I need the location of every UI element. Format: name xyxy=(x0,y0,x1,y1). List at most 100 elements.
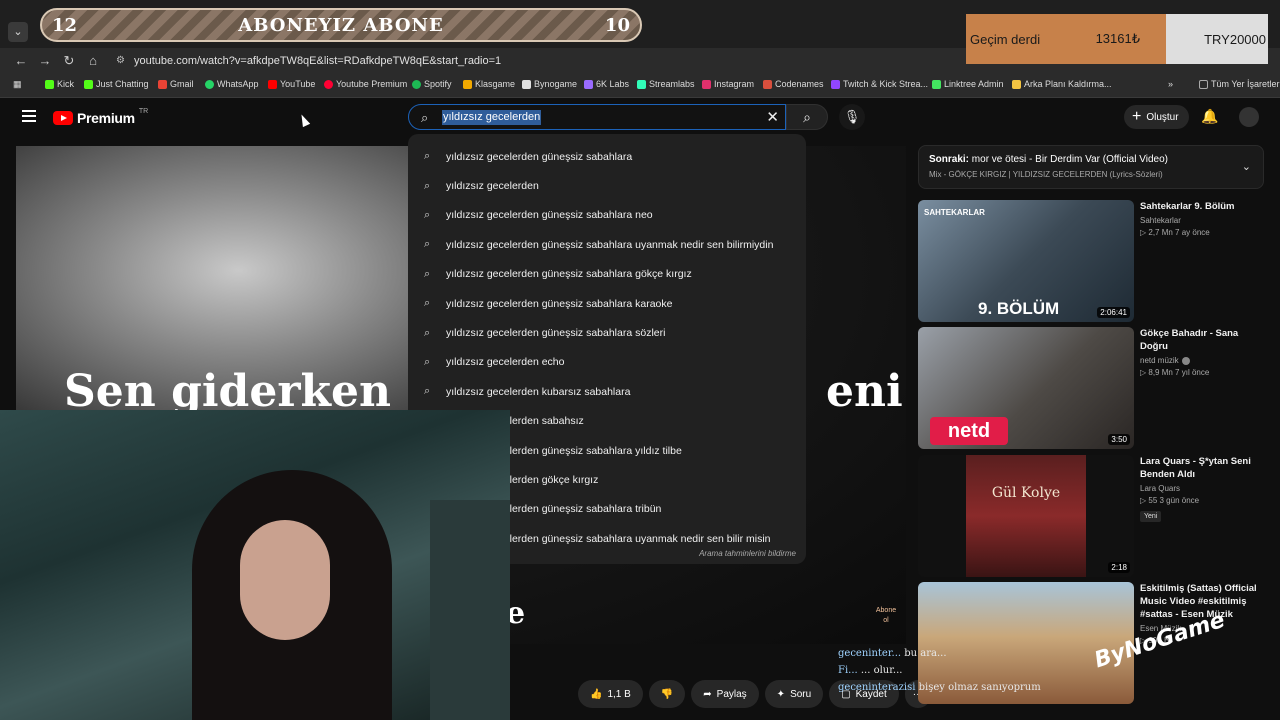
ask-button[interactable]: ✦ Soru xyxy=(764,680,824,708)
bookmark-bynogame[interactable]: Bynogame xyxy=(522,79,577,89)
suggestion-item[interactable]: ⌕ yıldızsız gecelerden xyxy=(408,171,806,200)
bookmark-gmail[interactable]: Gmail xyxy=(158,79,194,89)
recommendation-item[interactable]: SAHTEKARLAR 9. BÖLÜM 2:06:41 Sahtekarlar… xyxy=(918,200,1268,322)
whatsapp-icon xyxy=(205,79,214,89)
donation-goal: Geçim derdi 13161₺ TRY20000 xyxy=(966,14,1268,64)
dislike-button[interactable]: 👎 xyxy=(648,680,686,708)
search-button[interactable]: ⌕ xyxy=(786,104,828,130)
video-lyric-right: eni xyxy=(826,366,903,417)
share-button[interactable]: ➦ Paylaş xyxy=(691,680,759,708)
chevron-down-icon[interactable]: ⌄ xyxy=(1242,160,1251,173)
video-title[interactable]: Sahtekarlar 9. Bölüm xyxy=(1140,200,1268,213)
clear-search-icon[interactable]: ✕ xyxy=(766,108,779,126)
menu-hamburger-icon[interactable] xyxy=(22,110,36,124)
arka-plan-icon xyxy=(1012,79,1021,89)
bookmark-youtube-premium[interactable]: Youtube Premium xyxy=(324,79,407,89)
bookmark-twitch-kick[interactable]: Twitch & Kick Strea... xyxy=(831,79,928,89)
address-url: youtube.com/watch?v=afkdpeTW8qE&list=RDa… xyxy=(134,55,502,67)
create-button[interactable]: + Oluştur xyxy=(1124,105,1189,129)
video-thumbnail[interactable]: SAHTEKARLAR 9. BÖLÜM 2:06:41 xyxy=(918,200,1134,322)
sub-banner-title: ABONEYIZ ABONE xyxy=(238,14,444,36)
suggestion-item[interactable]: ⌕ yıldızsız gecelerden güneşsiz sabahlara xyxy=(408,142,806,171)
home-icon[interactable]: ⌂ xyxy=(84,52,102,70)
search-icon: ⌕ xyxy=(424,208,431,221)
instagram-icon xyxy=(702,79,711,89)
bookmark-6k-labs[interactable]: 6K Labs xyxy=(584,79,629,89)
up-next-mix: Mix - GÖKÇE KIRGIZ | YILDIZSIZ GECELERDE… xyxy=(929,170,1163,179)
folder-icon xyxy=(1199,79,1208,89)
bookmarks-bar: ▦ Kick Just Chatting Gmail WhatsApp YouT… xyxy=(0,74,1280,98)
like-button[interactable]: 👍 1,1 B xyxy=(578,680,643,708)
back-arrow-icon[interactable]: ← xyxy=(12,52,30,70)
search-query-text: yıldızsız gecelerden xyxy=(442,110,542,125)
channel-name[interactable]: Lara Quars xyxy=(1140,484,1268,493)
bookmark-whatsapp[interactable]: WhatsApp xyxy=(205,79,259,89)
channel-name[interactable]: Sahtekarlar xyxy=(1140,216,1268,225)
sparkle-icon: ✦ xyxy=(776,688,786,700)
sub-count-right: 10 xyxy=(604,14,630,36)
streamlabs-icon xyxy=(637,79,646,89)
subscribe-watermark-badge[interactable]: Abone ol xyxy=(874,606,898,630)
suggestion-item[interactable]: ⌕ yıldızsız gecelerden kubarsız sabahlara xyxy=(408,377,806,406)
plus-icon: + xyxy=(1132,108,1142,125)
youtube-icon xyxy=(268,79,277,89)
recommendation-item[interactable]: Gül Kolye 2:18 Lara Quars - Ş*ytan Seni … xyxy=(918,455,1268,577)
gmail-icon xyxy=(158,79,167,89)
bookmarks-overflow-icon[interactable]: » xyxy=(1168,79,1173,89)
tab-list-chevron-icon[interactable]: ⌄ xyxy=(8,22,28,42)
search-icon: ⌕ xyxy=(424,297,431,310)
site-info-icon[interactable]: ⚙ xyxy=(116,51,125,71)
video-stats: ▷ 8,9 Mn 7 yıl önce xyxy=(1140,368,1210,377)
verified-icon xyxy=(1181,356,1190,365)
bookmark-kick[interactable]: Kick xyxy=(45,79,74,89)
search-icon: ⌕ xyxy=(424,385,431,398)
voice-search-button[interactable]: 🎙 xyxy=(839,104,865,130)
youtube-premium-logo[interactable]: Premium TR xyxy=(53,108,148,126)
suggestion-item[interactable]: ⌕yıldızsız gecelerden güneşsiz sabahlara… xyxy=(408,318,806,347)
bookmark-streamlabs[interactable]: Streamlabs xyxy=(637,79,695,89)
search-icon: ⌕ xyxy=(421,110,429,125)
page: ⌄ ← → ↻ ⌂ ⚙ youtube.com/watch?v=afkdpeTW… xyxy=(0,0,1280,720)
bookmark-just-chatting[interactable]: Just Chatting xyxy=(84,79,149,89)
streamer-face xyxy=(240,520,330,640)
channel-name[interactable]: netd müzik xyxy=(1140,356,1268,365)
search-input[interactable]: ⌕ yıldızsız gecelerden ✕ xyxy=(408,104,786,130)
reload-icon[interactable]: ↻ xyxy=(60,52,78,70)
sub-count-left: 12 xyxy=(52,14,78,36)
report-predictions-link[interactable]: Arama tahminlerini bildirme xyxy=(699,549,796,558)
bookmark-arka-plan[interactable]: Arka Planı Kaldırma... xyxy=(1012,79,1112,89)
bookmark-spotify[interactable]: Spotify xyxy=(412,79,452,89)
suggestion-item[interactable]: ⌕yıldızsız gecelerden güneşsiz sabahlara… xyxy=(408,289,806,318)
recommendation-item[interactable]: netd 3:50 Gökçe Bahadır - Sana Doğru net… xyxy=(918,327,1268,449)
bookmark-youtube[interactable]: YouTube xyxy=(268,79,315,89)
search-icon: ⌕ xyxy=(424,238,431,251)
suggestion-item[interactable]: ⌕yıldızsız gecelerden güneşsiz sabahlara… xyxy=(408,230,806,259)
up-next-panel[interactable]: Sonraki: mor ve ötesi - Bir Derdim Var (… xyxy=(918,145,1264,189)
webcam-overlay xyxy=(0,410,510,720)
apps-grid-icon[interactable]: ▦ xyxy=(13,79,22,90)
bookmark-codenames[interactable]: Codenames xyxy=(763,79,824,89)
thumbnail-text: netd xyxy=(930,417,1008,445)
avatar[interactable] xyxy=(1239,107,1259,127)
notifications-bell-icon[interactable]: 🔔 xyxy=(1201,108,1218,125)
suggestion-item[interactable]: ⌕yıldızsız gecelerden güneşsiz sabahlara… xyxy=(408,201,806,230)
all-bookmarks[interactable]: Tüm Yer İşaretleri xyxy=(1199,79,1280,89)
video-thumbnail[interactable]: Gül Kolye 2:18 xyxy=(918,455,1134,577)
suggestion-item[interactable]: ⌕yıldızsız gecelerden güneşsiz sabahlara… xyxy=(408,260,806,289)
video-thumbnail[interactable]: netd 3:50 xyxy=(918,327,1134,449)
video-title[interactable]: Lara Quars - Ş*ytan Seni Benden Aldı xyxy=(1140,455,1268,481)
youtube-play-icon xyxy=(53,111,73,125)
background-shelf xyxy=(430,500,510,720)
album-art: Gül Kolye xyxy=(966,455,1086,577)
linktree-icon xyxy=(932,79,941,89)
share-icon: ➦ xyxy=(703,688,712,700)
bookmark-instagram[interactable]: Instagram xyxy=(702,79,754,89)
video-title[interactable]: Gökçe Bahadır - Sana Doğru xyxy=(1140,327,1268,353)
search-icon: ⌕ xyxy=(424,267,431,280)
forward-arrow-icon[interactable]: → xyxy=(36,52,54,70)
chat-message: geceninterazisi bişey olmaz sanıyoprum xyxy=(838,682,1041,693)
bookmark-linktree[interactable]: Linktree Admin xyxy=(932,79,1004,89)
suggestion-item[interactable]: ⌕ yıldızsız gecelerden echo xyxy=(408,348,806,377)
bookmark-klasgame[interactable]: Klasgame xyxy=(463,79,515,89)
search-icon: ⌕ xyxy=(424,150,431,163)
